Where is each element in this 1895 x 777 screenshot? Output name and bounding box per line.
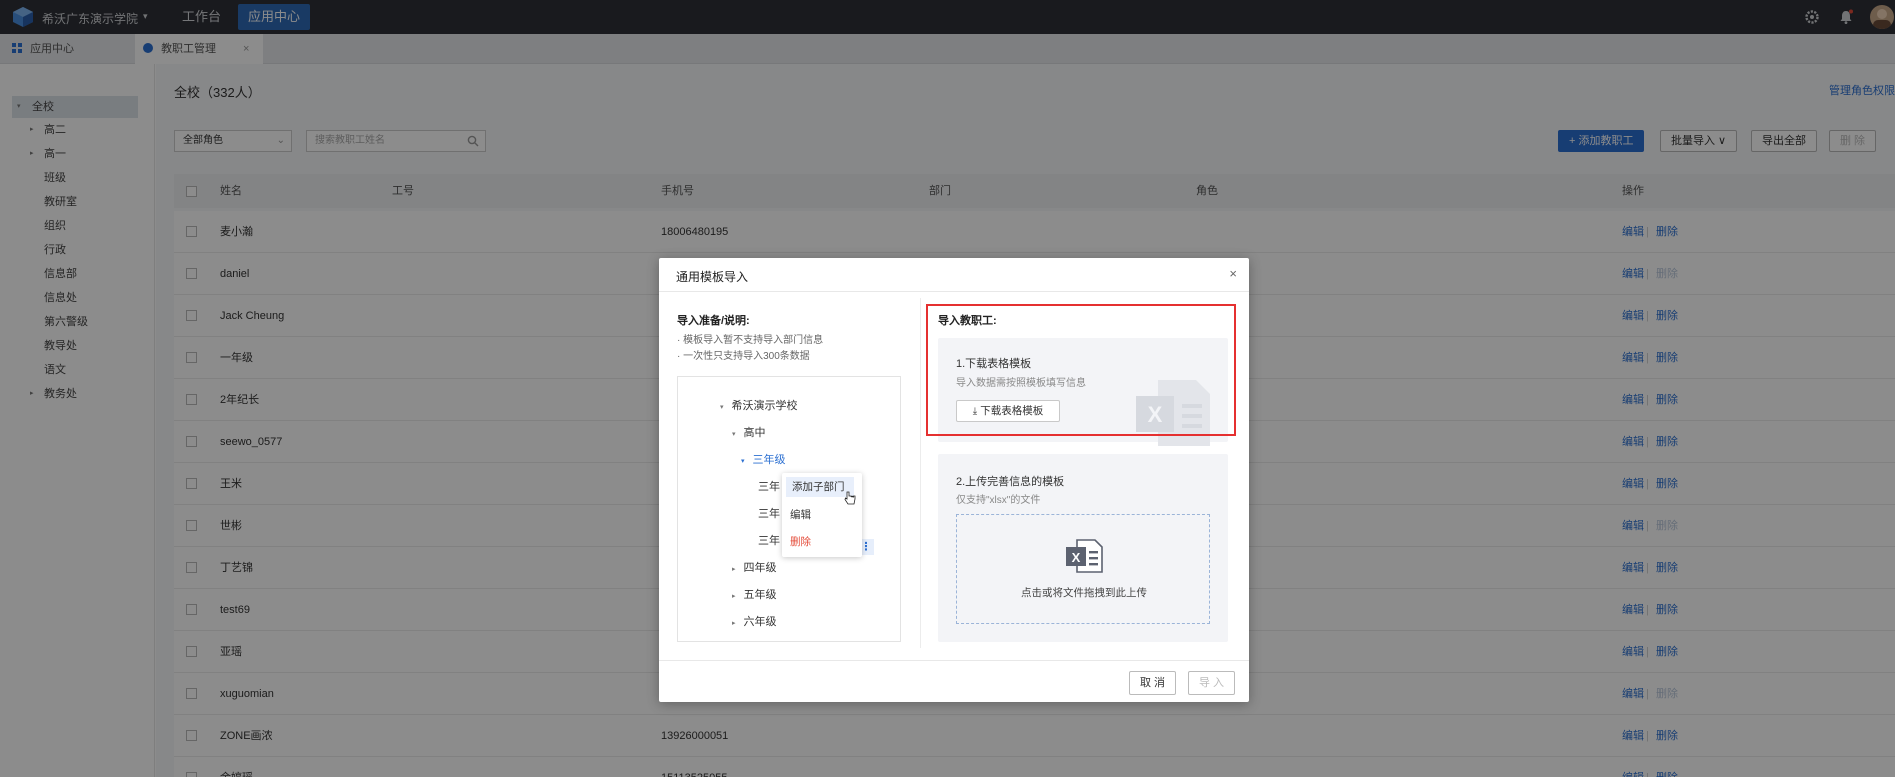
tree-node-label: 三年级 xyxy=(752,454,786,466)
tree-node-label: 五年级 xyxy=(743,589,777,601)
tree-node-senior[interactable]: ▾ 高中 xyxy=(732,424,766,440)
tree-node-grade3[interactable]: ▾ 三年级 xyxy=(741,451,786,467)
tree-node-grade5[interactable]: ▸ 五年级 xyxy=(732,586,777,602)
caret-right-icon[interactable]: ▸ xyxy=(732,620,736,627)
dialog-title: 通用模板导入 xyxy=(676,270,749,284)
caret-down-icon[interactable]: ▾ xyxy=(732,431,736,438)
cancel-button[interactable]: 取 消 xyxy=(1129,671,1177,695)
hand-cursor-icon xyxy=(844,491,856,505)
tree-node-child[interactable]: 三年 xyxy=(758,478,780,494)
prep-title: 导入准备/说明: xyxy=(677,315,750,327)
divider xyxy=(659,660,1249,661)
prep-note: · 模板导入暂不支持导入部门信息 xyxy=(677,335,824,346)
highlight-annotation-box xyxy=(926,304,1236,436)
caret-right-icon[interactable]: ▸ xyxy=(732,593,736,600)
file-dropzone[interactable]: X 点击或将文件拖拽到此上传 xyxy=(956,514,1210,624)
panel-divider xyxy=(920,298,921,648)
step2-desc: 仅支持"xlsx"的文件 xyxy=(956,495,1041,506)
tree-node-child[interactable]: 三年 xyxy=(758,532,780,548)
tree-node-label: 高中 xyxy=(743,427,766,439)
caret-right-icon[interactable]: ▸ xyxy=(732,566,736,573)
tree-context-menu: 添加子部门 编辑 删除 xyxy=(782,473,862,557)
tree-node-root[interactable]: ▾ 希沃演示学校 xyxy=(720,397,798,413)
tree-node-grade6[interactable]: ▸ 六年级 xyxy=(732,613,777,629)
dropzone-text: 点击或将文件拖拽到此上传 xyxy=(1021,587,1147,599)
tree-node-grade4[interactable]: ▸ 四年级 xyxy=(732,559,777,575)
tree-node-label: 四年级 xyxy=(743,562,777,574)
tree-node-label: 希沃演示学校 xyxy=(731,400,798,412)
tree-node-label: 六年级 xyxy=(743,616,777,628)
close-icon[interactable]: × xyxy=(1229,266,1237,281)
caret-down-icon[interactable]: ▾ xyxy=(720,404,724,411)
caret-down-icon[interactable]: ▾ xyxy=(741,458,745,465)
upload-template-card: 2.上传完善信息的模板 仅支持"xlsx"的文件 X 点击或将文件拖拽到此上传 xyxy=(938,454,1228,642)
import-button[interactable]: 导 入 xyxy=(1188,671,1236,695)
tree-node-child[interactable]: 三年 xyxy=(758,505,780,521)
template-import-dialog: 通用模板导入 × 导入准备/说明: · 模板导入暂不支持导入部门信息 · 一次性… xyxy=(659,258,1249,702)
excel-file-icon: X xyxy=(1066,539,1103,573)
step2-title: 2.上传完善信息的模板 xyxy=(956,476,1065,488)
menu-item-edit[interactable]: 编辑 xyxy=(790,507,811,522)
prep-note: · 一次性只支持导入300条数据 xyxy=(677,351,810,362)
menu-item-delete[interactable]: 删除 xyxy=(790,534,811,549)
divider xyxy=(659,291,1249,292)
svg-text:X: X xyxy=(1072,550,1081,565)
